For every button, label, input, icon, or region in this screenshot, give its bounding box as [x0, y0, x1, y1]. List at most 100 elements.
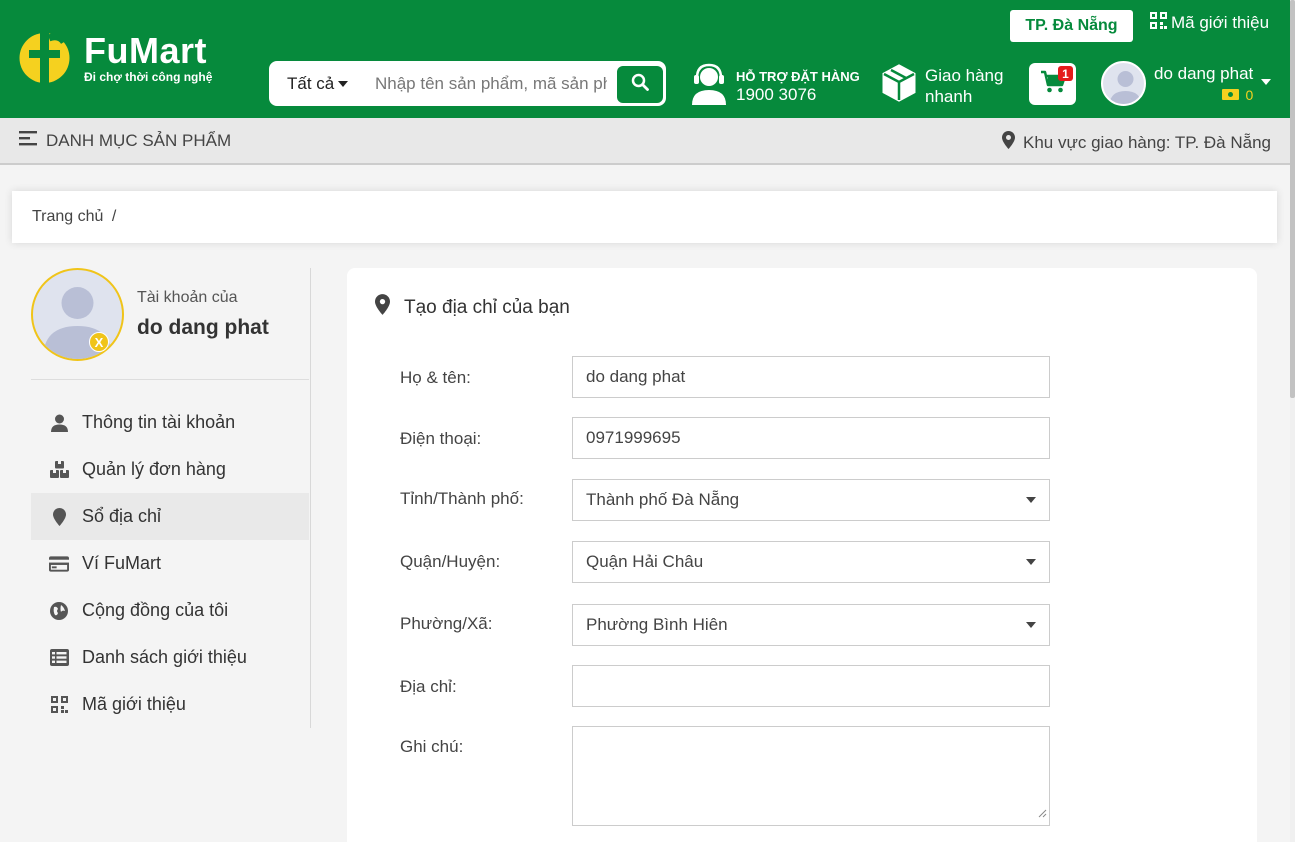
avatar: [1101, 61, 1146, 106]
map-marker-icon: [1002, 131, 1016, 154]
fumart-logo-icon: [19, 20, 70, 96]
province-label: Tỉnh/Thành phố:: [400, 489, 524, 508]
account-sidebar: X Tài khoản của do dang phat Thông tin t…: [31, 268, 311, 728]
resize-grip-icon[interactable]: [1038, 805, 1047, 823]
points-value: 0: [1245, 87, 1254, 103]
logo[interactable]: FuMart Đi chợ thời công nghệ: [19, 20, 212, 96]
sidebar-item-label: Ví FuMart: [82, 553, 162, 573]
sidebar-item-label: Mã giới thiệu: [82, 694, 186, 714]
delivery-line1: Giao hàng: [925, 65, 1004, 85]
support-phone: 1900 3076: [736, 84, 817, 104]
caret-down-icon: [1026, 559, 1036, 565]
category-bar: DANH MỤC SẢN PHẨM Khu vực giao hàng: TP.…: [0, 118, 1295, 165]
address-field[interactable]: [572, 665, 1050, 707]
fullname-label: Họ & tên:: [400, 368, 471, 387]
categories-label: DANH MỤC SẢN PHẨM: [46, 131, 232, 150]
sidebar-item-referral-list[interactable]: Danh sách giới thiệu: [31, 634, 309, 681]
boxes-icon: [49, 460, 69, 480]
referral-code-label: Mã giới thiệu: [1171, 13, 1270, 32]
money-icon: [1222, 87, 1240, 103]
sidebar-item-label: Sổ địa chỉ: [82, 506, 162, 526]
caret-down-icon: [1026, 622, 1036, 628]
map-marker-icon: [49, 507, 69, 527]
phone-field[interactable]: 0971999695: [572, 417, 1050, 459]
user-points: 0: [1146, 87, 1253, 103]
note-label: Ghi chú:: [400, 737, 464, 756]
profile-summary: X Tài khoản của do dang phat: [31, 268, 309, 380]
delivery-region[interactable]: Khu vực giao hàng: TP. Đà Nẵng: [1002, 131, 1271, 154]
search-input[interactable]: [375, 72, 607, 96]
user-name: do dang phat: [1154, 64, 1254, 83]
cart-button[interactable]: 1: [1029, 63, 1076, 105]
user-menu[interactable]: do dang phat 0: [1101, 61, 1272, 106]
avatar: [31, 268, 124, 361]
sidebar-item-label: Quản lý đơn hàng: [82, 459, 226, 479]
product-categories-menu[interactable]: DANH MỤC SẢN PHẨM: [19, 131, 231, 151]
map-marker-icon: [375, 294, 390, 321]
sidebar-item-wallet[interactable]: Ví FuMart: [31, 540, 309, 587]
search-button[interactable]: [617, 66, 663, 103]
brand-name: FuMart: [84, 30, 207, 71]
ward-value: Phường Bình Hiên: [586, 615, 728, 634]
cart-count-badge: 1: [1058, 66, 1073, 81]
fast-delivery[interactable]: Giao hàng nhanh: [881, 63, 1003, 108]
page-scrollbar[interactable]: [1290, 0, 1295, 842]
package-box-icon: [881, 63, 917, 108]
city-button[interactable]: TP. Đà Nẵng: [1010, 10, 1133, 42]
brand-slogan: Đi chợ thời công nghệ: [84, 70, 213, 84]
search-category-label: Tất cả: [287, 74, 335, 93]
scrollbar-thumb[interactable]: [1290, 0, 1295, 398]
profile-username: do dang phat: [137, 316, 269, 339]
member-badge: X: [89, 332, 109, 352]
fullname-value: do dang phat: [586, 367, 686, 386]
credit-card-icon: [49, 554, 69, 574]
search-bar: Tất cả: [269, 61, 666, 106]
sidebar-item-label: Cộng đồng của tôi: [82, 600, 229, 620]
sidebar-item-account-info[interactable]: Thông tin tài khoản: [31, 399, 309, 446]
form-title: Tạo địa chỉ của bạn: [375, 294, 570, 321]
qrcode-icon: [49, 695, 69, 715]
support-title: HỖ TRỢ ĐẶT HÀNG: [736, 68, 860, 84]
caret-down-icon: [1026, 497, 1036, 503]
district-value: Quận Hải Châu: [586, 552, 704, 571]
address-label: Địa chỉ:: [400, 677, 457, 696]
sidebar-item-label: Thông tin tài khoản: [82, 412, 236, 432]
account-menu: Thông tin tài khoản Quản lý đơn hàng Sổ …: [31, 399, 309, 728]
province-value: Thành phố Đà Nẵng: [586, 490, 740, 509]
breadcrumb-home[interactable]: Trang chủ: [32, 208, 103, 225]
sidebar-item-referral-code[interactable]: Mã giới thiệu: [31, 681, 309, 728]
account-of-label: Tài khoản của: [137, 289, 238, 306]
user-icon: [49, 413, 69, 433]
order-support[interactable]: HỖ TRỢ ĐẶT HÀNG 1900 3076: [690, 63, 860, 110]
address-form-card: Tạo địa chỉ của bạn Họ & tên: do dang ph…: [347, 268, 1257, 842]
form-title-text: Tạo địa chỉ của bạn: [404, 296, 570, 318]
province-select[interactable]: Thành phố Đà Nẵng: [572, 479, 1050, 521]
district-label: Quận/Huyện:: [400, 552, 501, 571]
delivery-region-label: Khu vực giao hàng: TP. Đà Nẵng: [1023, 132, 1271, 152]
referral-code-link[interactable]: Mã giới thiệu: [1150, 12, 1269, 34]
breadcrumb: Trang chủ /: [12, 191, 1277, 243]
qrcode-icon: [1150, 12, 1167, 34]
search-icon: [631, 73, 649, 96]
note-textarea[interactable]: [572, 726, 1050, 826]
sidebar-item-label: Danh sách giới thiệu: [82, 647, 247, 667]
sidebar-item-orders[interactable]: Quản lý đơn hàng: [31, 446, 309, 493]
ward-select[interactable]: Phường Bình Hiên: [572, 604, 1050, 646]
site-header: FuMart Đi chợ thời công nghệ TP. Đà Nẵng…: [0, 0, 1295, 118]
search-category-select[interactable]: Tất cả: [287, 74, 349, 94]
menu-icon: [19, 131, 37, 151]
fullname-field[interactable]: do dang phat: [572, 356, 1050, 398]
ward-label: Phường/Xã:: [400, 614, 493, 633]
breadcrumb-separator: /: [111, 208, 117, 225]
globe-icon: [49, 601, 69, 621]
sidebar-item-community[interactable]: Cộng đồng của tôi: [31, 587, 309, 634]
list-icon: [49, 648, 69, 668]
phone-value: 0971999695: [586, 428, 681, 447]
caret-down-icon: [338, 81, 349, 87]
district-select[interactable]: Quận Hải Châu: [572, 541, 1050, 583]
phone-label: Điện thoại:: [400, 429, 482, 448]
headset-support-icon: [690, 63, 728, 110]
caret-down-icon: [1261, 79, 1272, 85]
sidebar-item-address-book[interactable]: Sổ địa chỉ: [31, 493, 309, 540]
delivery-line2: nhanh: [925, 86, 973, 106]
